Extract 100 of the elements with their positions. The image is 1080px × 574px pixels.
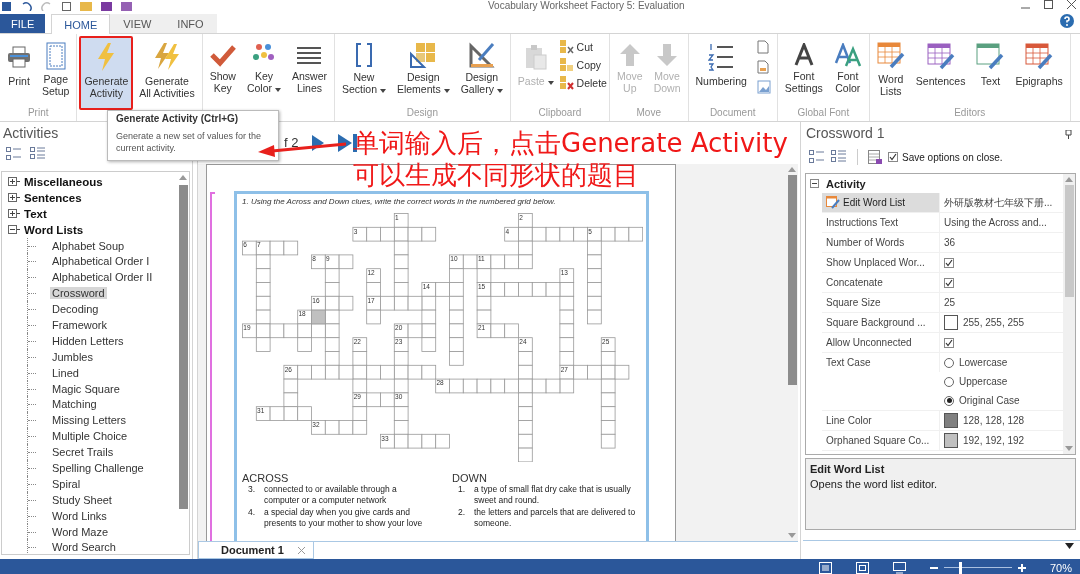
tree-item[interactable]: Missing Letters xyxy=(50,414,128,427)
ribbon-button[interactable]: Print xyxy=(2,36,36,96)
collapse-icon[interactable] xyxy=(8,225,20,235)
tree-category[interactable]: Sentences xyxy=(24,191,82,204)
property-label[interactable]: Number of Words xyxy=(822,233,940,252)
tree-category[interactable]: Miscellaneous xyxy=(24,175,103,188)
property-value: 外研版教材七年级下册... xyxy=(944,195,1053,210)
tree-item[interactable]: Word Maze xyxy=(50,525,111,538)
ribbon-tab[interactable]: HOME xyxy=(51,14,111,34)
collapse-all-icon[interactable] xyxy=(6,147,22,161)
property-label[interactable]: Square Size xyxy=(822,293,940,312)
tree-category[interactable]: Text xyxy=(24,207,47,220)
ribbon-button[interactable]: Show Key xyxy=(204,36,241,96)
view-icon[interactable] xyxy=(855,561,869,574)
view-icon[interactable] xyxy=(818,561,832,574)
scroll-down-icon[interactable] xyxy=(788,533,796,539)
table-icon[interactable] xyxy=(868,150,882,164)
tree-item[interactable]: Word Links xyxy=(50,509,109,522)
tree-item[interactable]: Matching xyxy=(50,398,99,411)
property-label[interactable]: Orphaned Square Co... xyxy=(822,431,940,450)
caret-icon xyxy=(274,88,281,92)
ribbon-button[interactable]: Key Color xyxy=(241,36,286,96)
property-value: 36 xyxy=(944,237,956,248)
zoom-in-icon[interactable] xyxy=(1017,563,1026,572)
ribbon-tab[interactable]: FILE xyxy=(0,14,46,33)
scrollbar-thumb[interactable] xyxy=(787,174,797,385)
help-icon[interactable] xyxy=(1060,14,1074,28)
property-label[interactable]: Line Color xyxy=(822,411,940,430)
ribbon-button[interactable]: New Section xyxy=(336,36,391,96)
scroll-up-icon[interactable] xyxy=(788,166,796,172)
list-edit-icon xyxy=(826,196,840,209)
ribbon-button[interactable]: Design Gallery xyxy=(455,36,508,96)
document-tab[interactable]: Document 1 xyxy=(198,542,314,559)
ribbon-button[interactable]: Copy xyxy=(559,58,607,72)
ribbon-icon-button[interactable] xyxy=(756,40,771,54)
ruler-pencil-icon xyxy=(468,42,495,68)
property-label[interactable]: Concatenate xyxy=(822,273,940,292)
tree-item[interactable]: Jumbles xyxy=(50,350,95,363)
scroll-up-icon[interactable] xyxy=(179,175,187,180)
expand-icon[interactable] xyxy=(8,209,20,219)
property-label[interactable]: Allow Unconnected xyxy=(822,333,940,352)
scrollbar-thumb[interactable] xyxy=(178,185,188,509)
ribbon-button[interactable]: Word Lists xyxy=(871,36,910,96)
ribbon-button[interactable]: Generate Activity xyxy=(79,36,134,110)
collapse-all-icon[interactable] xyxy=(809,150,825,164)
ribbon-tab[interactable]: VIEW xyxy=(110,14,165,33)
ribbon-tab[interactable]: INFO xyxy=(164,14,217,33)
ribbon-button[interactable]: Font Color xyxy=(828,36,867,96)
property-label[interactable]: Text Case xyxy=(822,353,940,372)
tree-item[interactable]: Word Search xyxy=(50,541,118,554)
expand-all-icon[interactable] xyxy=(831,150,847,164)
dropdown-icon[interactable] xyxy=(1065,543,1074,549)
property-label[interactable]: Instructions Text xyxy=(822,213,940,232)
tree-item[interactable]: Magic Square xyxy=(50,382,122,395)
collapse-icon[interactable] xyxy=(810,179,819,188)
ribbon-button[interactable]: Epigraphs xyxy=(1010,36,1068,96)
tree-item[interactable]: Spelling Challenge xyxy=(50,461,146,474)
ribbon-icon-button[interactable] xyxy=(756,60,771,74)
checkbox[interactable] xyxy=(888,152,898,162)
undo-icon[interactable] xyxy=(20,2,32,11)
ribbon-button[interactable]: Cut xyxy=(559,40,607,54)
property-label[interactable]: Show Unplaced Wor... xyxy=(822,253,940,272)
expand-icon[interactable] xyxy=(8,177,20,187)
ribbon-button[interactable]: Numbering xyxy=(690,36,752,96)
tree-item[interactable]: Secret Trails xyxy=(50,446,116,459)
tree-item[interactable]: Lined xyxy=(50,366,81,379)
close-icon[interactable] xyxy=(1067,0,1076,9)
ribbon-button[interactable]: Page Setup xyxy=(37,36,75,96)
checkbox[interactable] xyxy=(944,337,954,348)
ribbon-icon-button[interactable] xyxy=(756,80,771,94)
tree-item[interactable]: Crossword xyxy=(50,287,107,300)
new-document-icon[interactable] xyxy=(62,2,71,11)
expand-icon[interactable] xyxy=(8,193,20,203)
tree-item[interactable]: Study Sheet xyxy=(50,493,114,506)
tree-item[interactable]: Decoding xyxy=(50,303,101,316)
expand-all-icon[interactable] xyxy=(30,147,46,161)
property-label[interactable]: Edit Word List xyxy=(822,193,940,212)
tree-item[interactable]: Hidden Letters xyxy=(50,334,126,347)
tree-item[interactable]: Framework xyxy=(50,318,109,331)
property-label[interactable]: Square Background ... xyxy=(822,313,940,332)
tree-item[interactable]: Alphabetical Order I xyxy=(50,255,152,268)
ribbon-button[interactable]: Sentences xyxy=(910,36,971,96)
tree-item[interactable]: Alphabet Soup xyxy=(50,239,127,252)
maximize-icon[interactable] xyxy=(1044,0,1053,9)
ribbon-button[interactable]: Font Settings xyxy=(779,36,828,96)
tree-item[interactable]: Spiral xyxy=(50,477,83,490)
checkbox[interactable] xyxy=(944,277,954,288)
tree-category[interactable]: Word Lists xyxy=(24,223,84,236)
tree-item[interactable]: Alphabetical Order II xyxy=(50,271,155,284)
checkbox[interactable] xyxy=(944,257,954,268)
ribbon-button[interactable]: Design Elements xyxy=(391,36,455,96)
ribbon-button[interactable]: Generate All Activities xyxy=(134,36,200,96)
pin-icon[interactable] xyxy=(1065,130,1072,139)
ribbon-button[interactable]: Text xyxy=(971,36,1010,96)
next-page-icon[interactable] xyxy=(312,134,325,151)
tree-item[interactable]: Multiple Choice xyxy=(50,430,130,443)
scrollbar-thumb[interactable] xyxy=(1064,185,1074,297)
ribbon-button[interactable]: Answer Lines xyxy=(286,36,332,96)
view-icon[interactable] xyxy=(892,561,906,574)
ribbon-button[interactable]: Delete xyxy=(559,76,607,90)
